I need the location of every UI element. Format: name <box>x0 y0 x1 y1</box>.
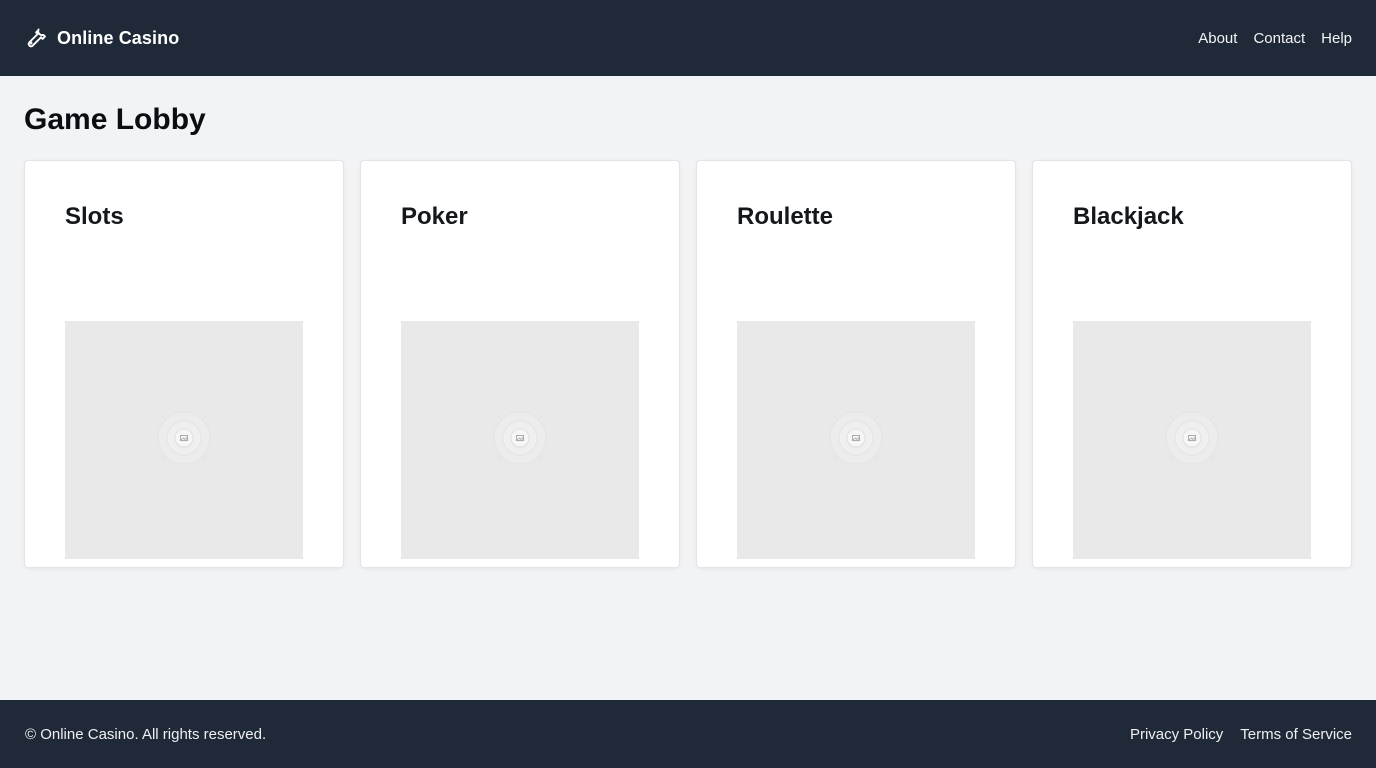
game-card-title: Poker <box>401 203 468 230</box>
game-card-image[interactable] <box>1073 321 1311 559</box>
image-placeholder-icon <box>152 406 216 475</box>
game-card-title: Blackjack <box>1073 203 1184 230</box>
game-card-title: Roulette <box>737 203 833 230</box>
game-card-blackjack[interactable]: Blackjack <box>1032 160 1352 568</box>
footer-link-terms-of-service[interactable]: Terms of Service <box>1240 726 1352 743</box>
nav-link-help[interactable]: Help <box>1321 30 1352 47</box>
site-header: Online Casino About Contact Help <box>0 0 1376 76</box>
game-grid: Slots Poker Roulette Blackjack <box>24 160 1352 568</box>
footer-link-privacy-policy[interactable]: Privacy Policy <box>1130 726 1223 743</box>
brand-name: Online Casino <box>57 27 180 48</box>
footer-links: Privacy Policy Terms of Service <box>1130 726 1352 743</box>
top-nav: About Contact Help <box>1198 30 1352 47</box>
brand[interactable]: Online Casino <box>24 26 179 50</box>
game-card-roulette[interactable]: Roulette <box>696 160 1016 568</box>
game-card-image[interactable] <box>737 321 975 559</box>
page-title: Game Lobby <box>24 103 206 136</box>
image-placeholder-icon <box>1160 406 1224 475</box>
wrench-icon <box>24 26 48 50</box>
image-placeholder-icon <box>824 406 888 475</box>
game-card-poker[interactable]: Poker <box>360 160 680 568</box>
image-placeholder-icon <box>488 406 552 475</box>
main-content: Game Lobby Slots Poker Roulette Blackjac… <box>24 76 1352 568</box>
nav-link-about[interactable]: About <box>1198 30 1237 47</box>
game-card-image[interactable] <box>65 321 303 559</box>
site-footer: © Online Casino. All rights reserved. Pr… <box>0 700 1376 768</box>
copyright-text: © Online Casino. All rights reserved. <box>25 725 267 743</box>
game-card-title: Slots <box>65 203 124 230</box>
game-card-image[interactable] <box>401 321 639 559</box>
game-card-slots[interactable]: Slots <box>24 160 344 568</box>
nav-link-contact[interactable]: Contact <box>1253 30 1305 47</box>
